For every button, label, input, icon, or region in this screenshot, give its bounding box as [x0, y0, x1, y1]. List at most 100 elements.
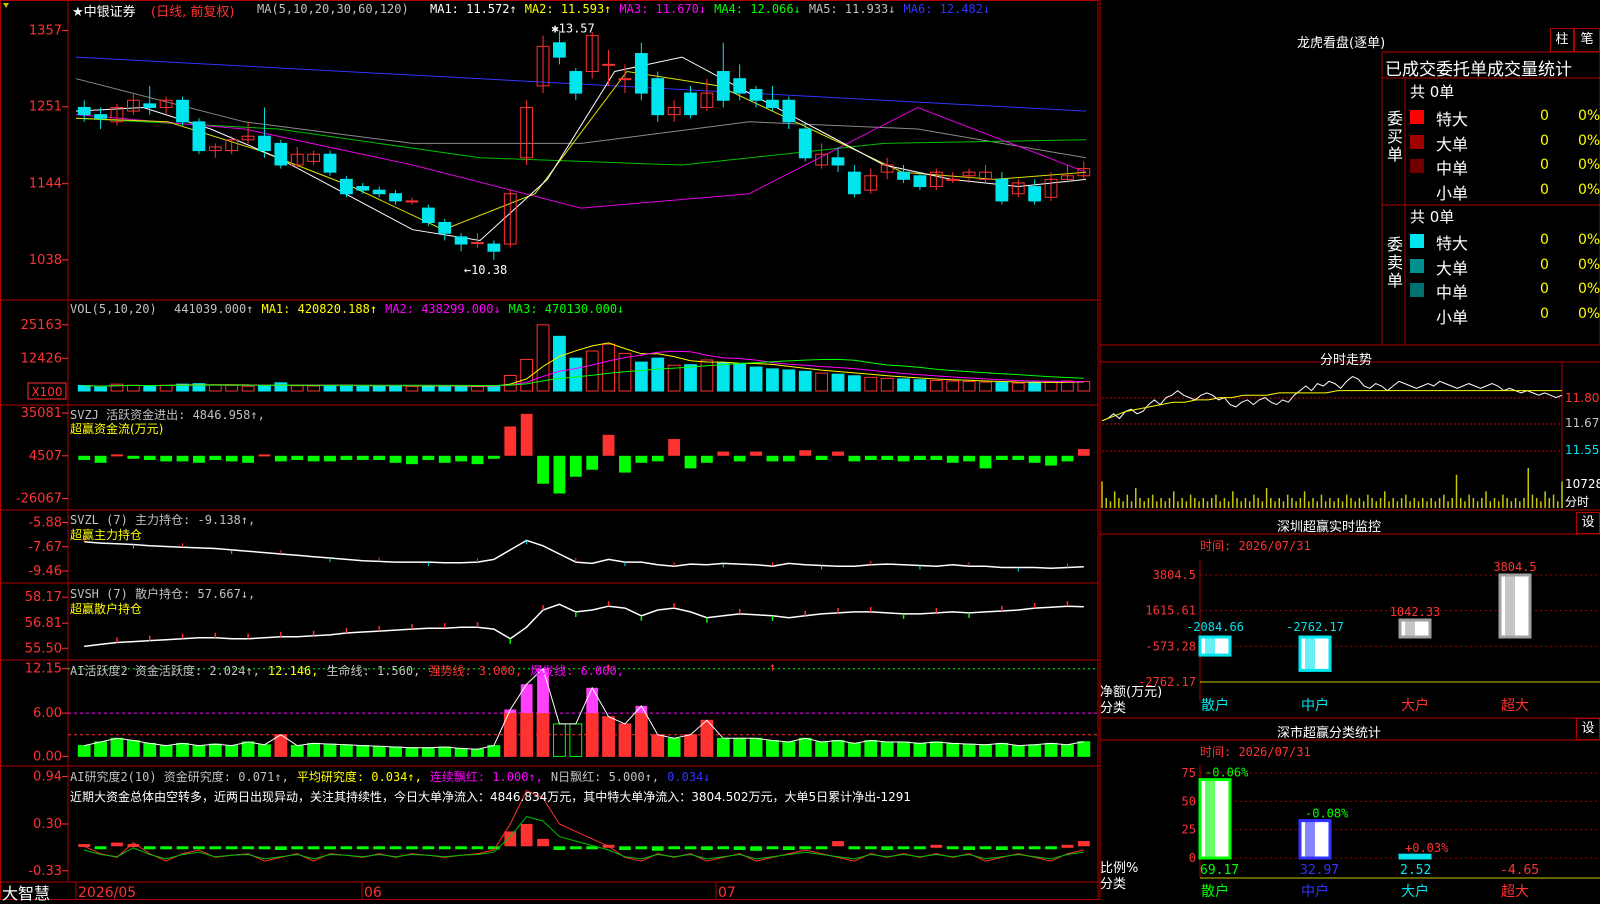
volume-bar — [733, 363, 747, 392]
vol-values: 441039.000↑ MA1: 420820.188↑ MA2: 438299.0… — [174, 302, 632, 316]
capital-flow-bar — [799, 450, 812, 456]
volume-bar — [159, 384, 173, 392]
research-bar — [553, 846, 566, 850]
capital-flow-bar — [225, 455, 238, 462]
research-bar — [307, 846, 320, 850]
activity-bar — [192, 745, 206, 757]
capital-flow-bar — [864, 455, 877, 460]
sz-value-label: 1042.33 — [1390, 605, 1441, 619]
activity-bar — [1061, 744, 1074, 757]
volume-bar — [143, 385, 157, 392]
sz-monitor-time: 时间: 2026/07/31 — [1200, 539, 1311, 553]
candle-body — [323, 153, 337, 173]
indicator-value: 12.146, — [267, 664, 319, 678]
research-bar — [782, 846, 795, 850]
research-bar — [897, 846, 910, 850]
sz-settings-button[interactable]: 设 — [1576, 512, 1600, 534]
svsh-y-tick: 56.81 — [25, 616, 62, 631]
order-count: 0 — [1540, 256, 1549, 273]
indicator-value: MA1: 11.572↑ — [430, 2, 517, 16]
capital-flow-bar — [815, 455, 828, 460]
capital-flow-bar — [914, 455, 926, 460]
sz-y-tick: 1615.61 — [1145, 604, 1196, 618]
activity-bar — [225, 745, 239, 757]
activity-bar — [208, 743, 222, 757]
sh-settings-button[interactable]: 设 — [1576, 718, 1600, 740]
volume-bar — [471, 386, 484, 392]
activity-bar — [798, 737, 812, 757]
svzl-sub: 超赢主力持仓 — [70, 528, 143, 542]
research-bar — [356, 846, 369, 850]
capital-flow-bar — [389, 455, 402, 463]
order-count: 0 — [1540, 132, 1549, 149]
volume-ma-line — [84, 358, 1084, 387]
indicator-value: AI研究度2(10) 资金研究度: 0.071↑, — [70, 770, 289, 784]
activity-bar — [700, 719, 714, 757]
research-bar — [1077, 841, 1090, 847]
tick-view-button[interactable]: 笔 — [1574, 28, 1600, 52]
ma-values: MA1: 11.572↑ MA2: 11.593↑ MA3: 11.670↓ MA4:… — [430, 2, 998, 16]
volume-bar — [339, 384, 353, 392]
candle-body — [356, 186, 370, 191]
volume-bar — [208, 384, 222, 392]
sh-value-label: 69.17 — [1200, 863, 1239, 878]
indicator-value: 平均研究度: 0.034↑, — [296, 770, 422, 784]
capital-flow-bar — [504, 426, 517, 456]
activity-line — [84, 667, 1084, 750]
capital-flow-bar — [619, 455, 631, 473]
volume-bar — [962, 381, 976, 392]
activity-bar — [1044, 742, 1058, 757]
volume-bar — [897, 378, 910, 392]
sh-category-label: 大户 — [1401, 883, 1429, 900]
order-size-swatch — [1410, 159, 1424, 173]
order-size-name: 特大 — [1436, 234, 1469, 253]
volume-bar — [77, 384, 91, 392]
candle-body — [995, 178, 1009, 202]
order-size-name: 中单 — [1436, 159, 1469, 178]
sz-category-bar-shade — [1405, 620, 1415, 637]
volume-bar — [864, 376, 878, 392]
capital-flow-bar — [668, 439, 681, 456]
capital-flow-bar — [1012, 455, 1025, 460]
ai-active-label: AI活跃度2 资金活跃度: 2.024↑, 12.146, 生命线: 1.560, 强… — [70, 662, 632, 679]
svzj-sub: 超赢资金流(万元) — [70, 422, 164, 436]
research-bar — [848, 846, 861, 850]
volume-bar — [126, 384, 140, 392]
column-view-button[interactable]: 柱 — [1550, 28, 1574, 52]
activity-bar — [487, 745, 501, 757]
volume-bar — [634, 361, 648, 392]
activity-bar — [634, 712, 648, 757]
indicator-value: MA3: 470130.000↓ — [508, 302, 625, 316]
ai-research-y-tick: -0.33 — [28, 864, 62, 879]
research-bar — [979, 846, 992, 850]
candle-body — [749, 88, 763, 101]
order-size-row: 大单 0 0% — [1410, 131, 1600, 154]
lhb-tabs[interactable]: 已成交委托单成交量统计 — [1385, 55, 1572, 80]
candle-body — [405, 200, 419, 203]
indicator-value: MA2: 11.593↑ — [524, 2, 612, 16]
research-bar — [799, 846, 812, 850]
research-bar — [1061, 844, 1074, 848]
volume-bar — [847, 375, 861, 392]
research-bar — [111, 842, 123, 847]
candle-body — [831, 157, 845, 166]
stock-chart-canvas[interactable]: 1357 1251 1144 1038 ✱13.57 ←10.38 25163 12426 X1… — [0, 0, 1600, 900]
candle-body — [77, 106, 91, 116]
sh-category-bar-shade — [1205, 779, 1215, 858]
capital-flow-bar — [176, 455, 189, 462]
activity-bar — [405, 747, 419, 757]
sh-change-label: -0.06% — [1205, 766, 1249, 780]
volume-bar — [1028, 381, 1042, 392]
activity-bar — [110, 737, 124, 757]
activity-bar — [880, 741, 894, 757]
capital-flow-bar — [422, 455, 435, 460]
activity-bar — [897, 741, 910, 757]
volume-bar — [258, 385, 271, 392]
capital-flow-bar — [717, 451, 730, 456]
volume-bar — [372, 385, 386, 392]
sh-change-label: +0.03% — [1405, 841, 1449, 855]
sz-category-bar-shade — [1205, 637, 1215, 656]
activity-bar — [372, 745, 386, 757]
capital-flow-bar — [569, 455, 582, 477]
activity-bar — [94, 741, 107, 757]
